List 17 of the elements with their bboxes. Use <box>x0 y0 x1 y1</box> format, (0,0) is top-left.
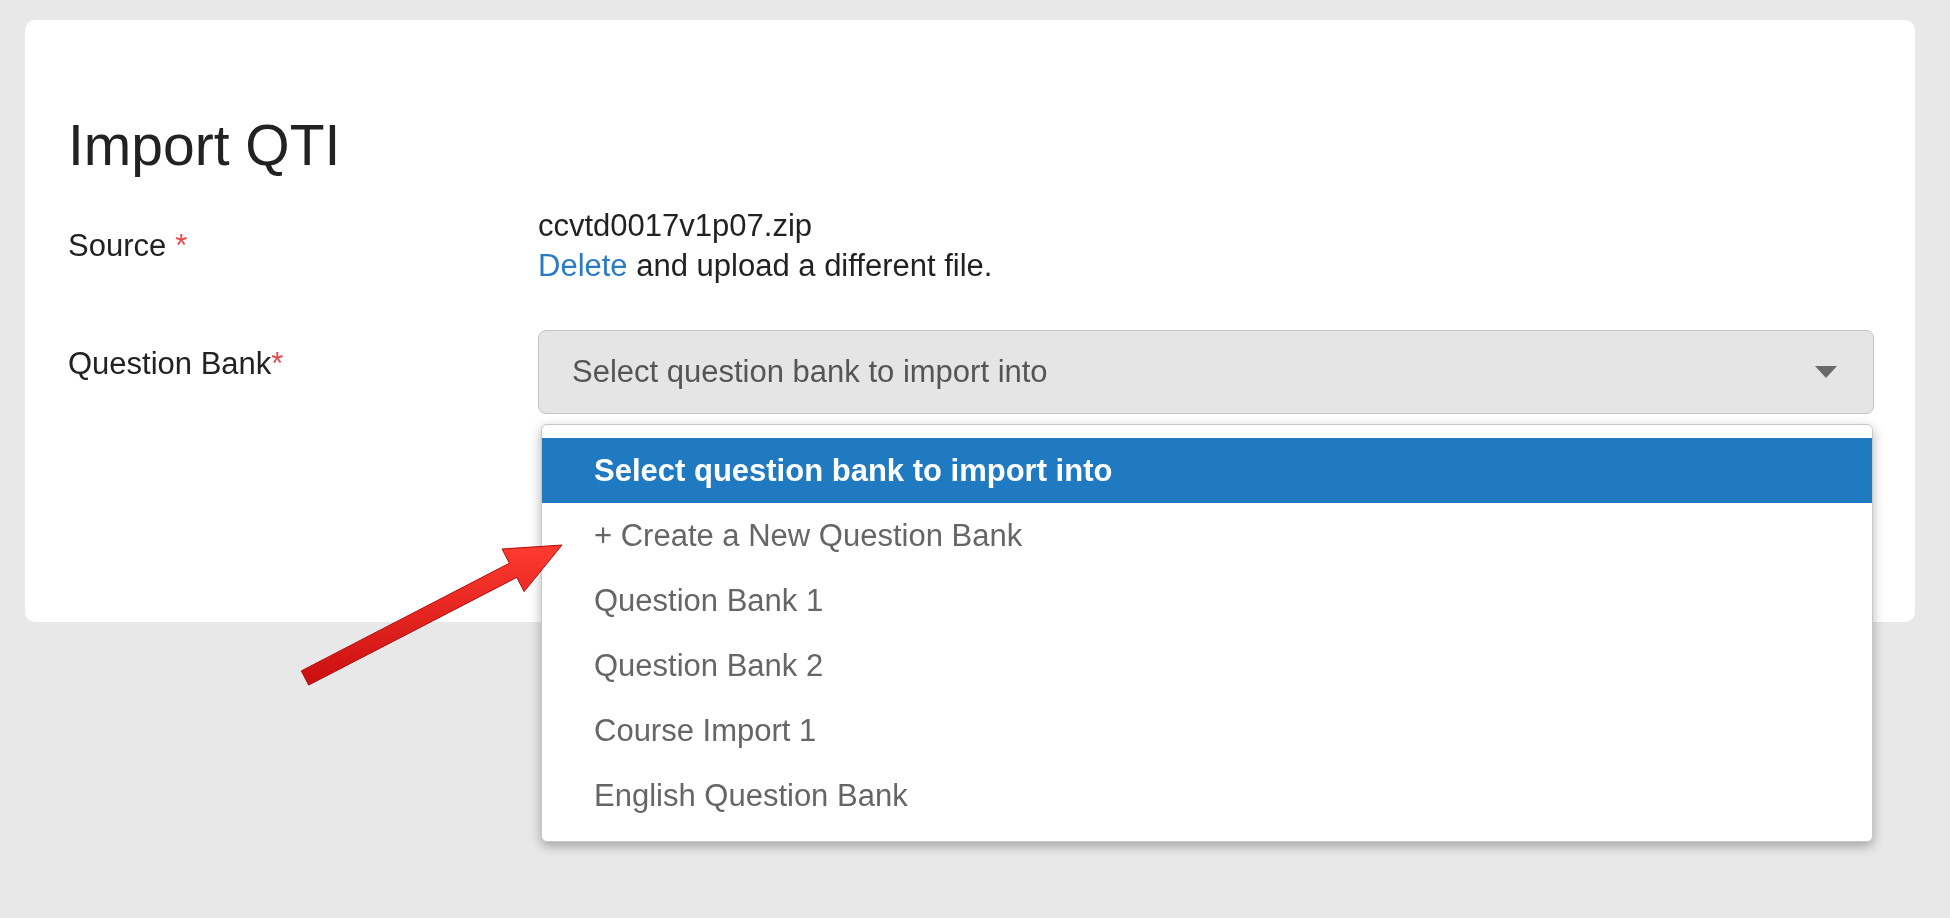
field-label: Source <box>68 227 167 266</box>
page-title: Import QTI <box>68 112 341 179</box>
dropdown-option[interactable]: English Question Bank <box>542 763 1872 829</box>
dropdown-option[interactable]: Select question bank to import into <box>542 438 1872 504</box>
question-bank-select[interactable]: Select question bank to import into <box>538 330 1874 415</box>
required-asterisk: * <box>175 227 188 266</box>
caret-icon <box>1815 366 1837 379</box>
delete-link[interactable]: Delete <box>538 248 628 284</box>
field-label: Question Bank <box>68 345 272 384</box>
file-name: ccvtd0017v1p07.zip <box>538 207 813 246</box>
dropdown-option[interactable]: Question Bank 2 <box>542 633 1872 699</box>
required-asterisk: * <box>271 345 284 384</box>
dropdown-option[interactable]: Course Import 1 <box>542 698 1872 764</box>
dropdown-option[interactable]: Question Bank 1 <box>542 568 1872 634</box>
pointer-arrow-icon <box>300 544 563 686</box>
dropdown-option[interactable]: + Create a New Question Bank <box>542 503 1872 569</box>
file-replace-hint: Delete and upload a different file. <box>538 247 993 286</box>
